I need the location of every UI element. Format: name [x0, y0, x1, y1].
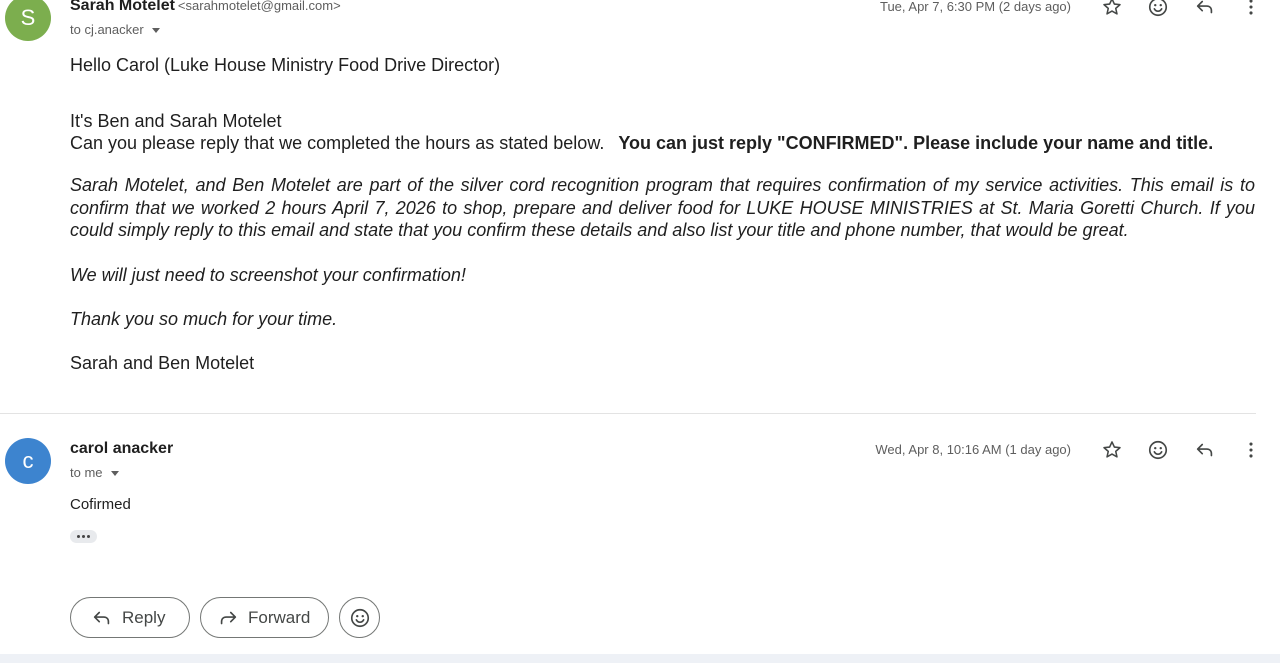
emoji-icon: [1148, 0, 1168, 17]
more-options-button[interactable]: [1236, 0, 1266, 22]
confirmation-paragraph: Sarah Motelet, and Ben Motelet are part …: [70, 175, 1255, 240]
more-vert-icon: [1249, 442, 1253, 458]
intro-line: It's Ben and Sarah Motelet: [70, 111, 282, 131]
add-reaction-button[interactable]: [1143, 0, 1173, 22]
avatar-letter: S: [20, 5, 36, 30]
bottom-panel-edge: [0, 654, 1280, 663]
star-icon: [1102, 0, 1121, 15]
screenshot-note: We will just need to screenshot your con…: [70, 264, 466, 285]
emoji-reaction-button[interactable]: [339, 597, 380, 638]
reply-body: Cofirmed: [70, 496, 131, 513]
request-text: Can you please reply that we completed t…: [70, 133, 605, 153]
chevron-down-icon: [151, 27, 160, 33]
forward-action-label: Forward: [248, 607, 311, 627]
sender-name[interactable]: Sarah Motelet <sarahmotelet@gmail.com>: [70, 0, 341, 15]
reply-action-button[interactable]: Reply: [70, 597, 190, 638]
sender-name[interactable]: carol anacker: [70, 440, 173, 458]
message-actions: [1097, 435, 1267, 465]
message-date: Wed, Apr 8, 10:16 AM (1 day ago): [875, 442, 1071, 457]
star-icon: [1102, 441, 1121, 458]
reply-button[interactable]: [1190, 435, 1220, 465]
chevron-down-icon: [110, 470, 119, 476]
thanks-line: Thank you so much for your time.: [70, 308, 338, 329]
emoji-icon: [1148, 440, 1168, 460]
sender-name-text: Sarah Motelet: [70, 0, 175, 14]
sender-email: <sarahmotelet@gmail.com>: [177, 0, 341, 13]
emoji-icon: [350, 608, 369, 627]
recipient-label: to cj.anacker: [70, 22, 144, 37]
message-body: Hello Carol (Luke House Ministry Food Dr…: [70, 54, 1255, 374]
dot: [87, 535, 90, 538]
recipient-details-toggle[interactable]: to cj.anacker: [70, 22, 160, 37]
reply-icon: [1196, 443, 1212, 457]
star-button[interactable]: [1097, 435, 1127, 465]
sender-avatar[interactable]: c: [5, 438, 51, 484]
recipient-details-toggle[interactable]: to me: [70, 465, 119, 480]
recipient-label: to me: [70, 465, 103, 480]
dot: [82, 535, 85, 538]
show-trimmed-content-button[interactable]: [70, 530, 97, 543]
forward-action-button[interactable]: Forward: [200, 597, 329, 638]
request-line: Can you please reply that we completed t…: [70, 132, 1255, 154]
greeting: Hello Carol (Luke House Ministry Food Dr…: [70, 55, 501, 75]
reply-button[interactable]: [1190, 0, 1220, 22]
avatar-letter: c: [22, 448, 34, 473]
more-options-button[interactable]: [1236, 435, 1266, 465]
message-actions: [1097, 0, 1267, 22]
sender-avatar[interactable]: S: [5, 0, 51, 41]
star-button[interactable]: [1097, 0, 1127, 22]
signature: Sarah and Ben Motelet: [70, 352, 255, 373]
message-date: Tue, Apr 7, 6:30 PM (2 days ago): [879, 0, 1071, 14]
add-reaction-button[interactable]: [1143, 435, 1173, 465]
dot: [77, 535, 80, 538]
reply-icon: [1196, 0, 1212, 14]
reply-icon: [93, 611, 110, 624]
request-bold-text: You can just reply "CONFIRMED". Please i…: [618, 133, 1214, 153]
forward-icon: [220, 611, 237, 624]
more-vert-icon: [1249, 0, 1253, 15]
message-divider: [0, 413, 1256, 414]
reply-action-label: Reply: [122, 607, 166, 627]
